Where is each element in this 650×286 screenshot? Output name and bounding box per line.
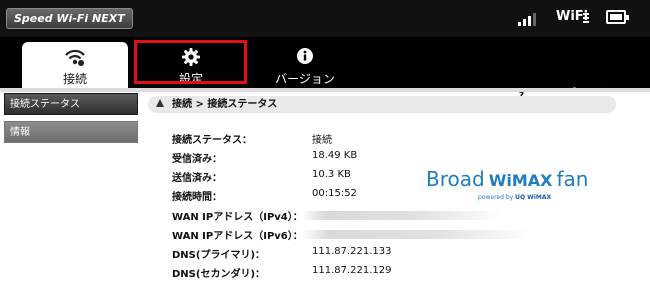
tab-connect-label: 接続	[62, 72, 87, 86]
tab-settings[interactable]: 設定	[137, 42, 245, 88]
row-label: WAN IPアドレス（IPv6）：	[172, 231, 303, 242]
main-nav: 接続 設定 バージョン ヘルプ ログアウト	[0, 37, 650, 102]
row-label: 受信済み：	[172, 154, 222, 165]
row-value: 10.3 KB	[312, 169, 351, 180]
redacted-value	[302, 211, 502, 220]
row-value: 00:15:52	[312, 188, 357, 199]
row-label: 接続時間：	[172, 192, 222, 203]
warning-icon	[156, 99, 164, 107]
signal-strength-icon	[518, 12, 540, 26]
sidebar-item-info[interactable]: 情報	[4, 121, 138, 143]
gear-icon	[137, 47, 245, 69]
row-label: 送信済み：	[172, 173, 222, 184]
row-value: 接続	[312, 135, 332, 146]
tab-version-label: バージョン	[275, 72, 335, 86]
info-icon	[252, 47, 358, 69]
tab-settings-label: 設定	[178, 72, 203, 86]
tab-version[interactable]: バージョン	[252, 42, 358, 88]
divider-band	[0, 88, 650, 92]
row-value: 111.87.221.129	[312, 265, 392, 276]
breadcrumb-text: 接続 > 接続ステータス	[172, 99, 278, 110]
row-label: DNS(セカンダリ)：	[172, 269, 266, 280]
sidebar-item-connection-status[interactable]: 接続ステータス	[4, 93, 138, 115]
device-logo: Speed Wi-Fi NEXT	[6, 8, 133, 29]
powered-by-label: powered by UQ WiMAX	[478, 194, 552, 201]
row-label: DNS(プライマリ)：	[172, 250, 266, 261]
tab-connect[interactable]: 接続	[22, 42, 128, 88]
row-value: 18.49 KB	[312, 150, 358, 161]
wifi-connect-icon	[22, 47, 128, 69]
battery-icon	[606, 10, 629, 24]
row-value: 111.87.221.133	[312, 246, 392, 257]
row-label: 接続ステータス：	[172, 135, 252, 146]
breadcrumb: 接続 > 接続ステータス	[148, 96, 616, 113]
wifi-level-icon	[583, 13, 589, 25]
row-label: WAN IPアドレス（IPv4）：	[172, 212, 303, 223]
broadwimax-watermark: Broad WiMAX fan powered by UQ WiMAX	[426, 167, 589, 201]
status-bar: Speed Wi-Fi NEXT WiFi	[0, 0, 650, 37]
redacted-value	[302, 230, 532, 239]
